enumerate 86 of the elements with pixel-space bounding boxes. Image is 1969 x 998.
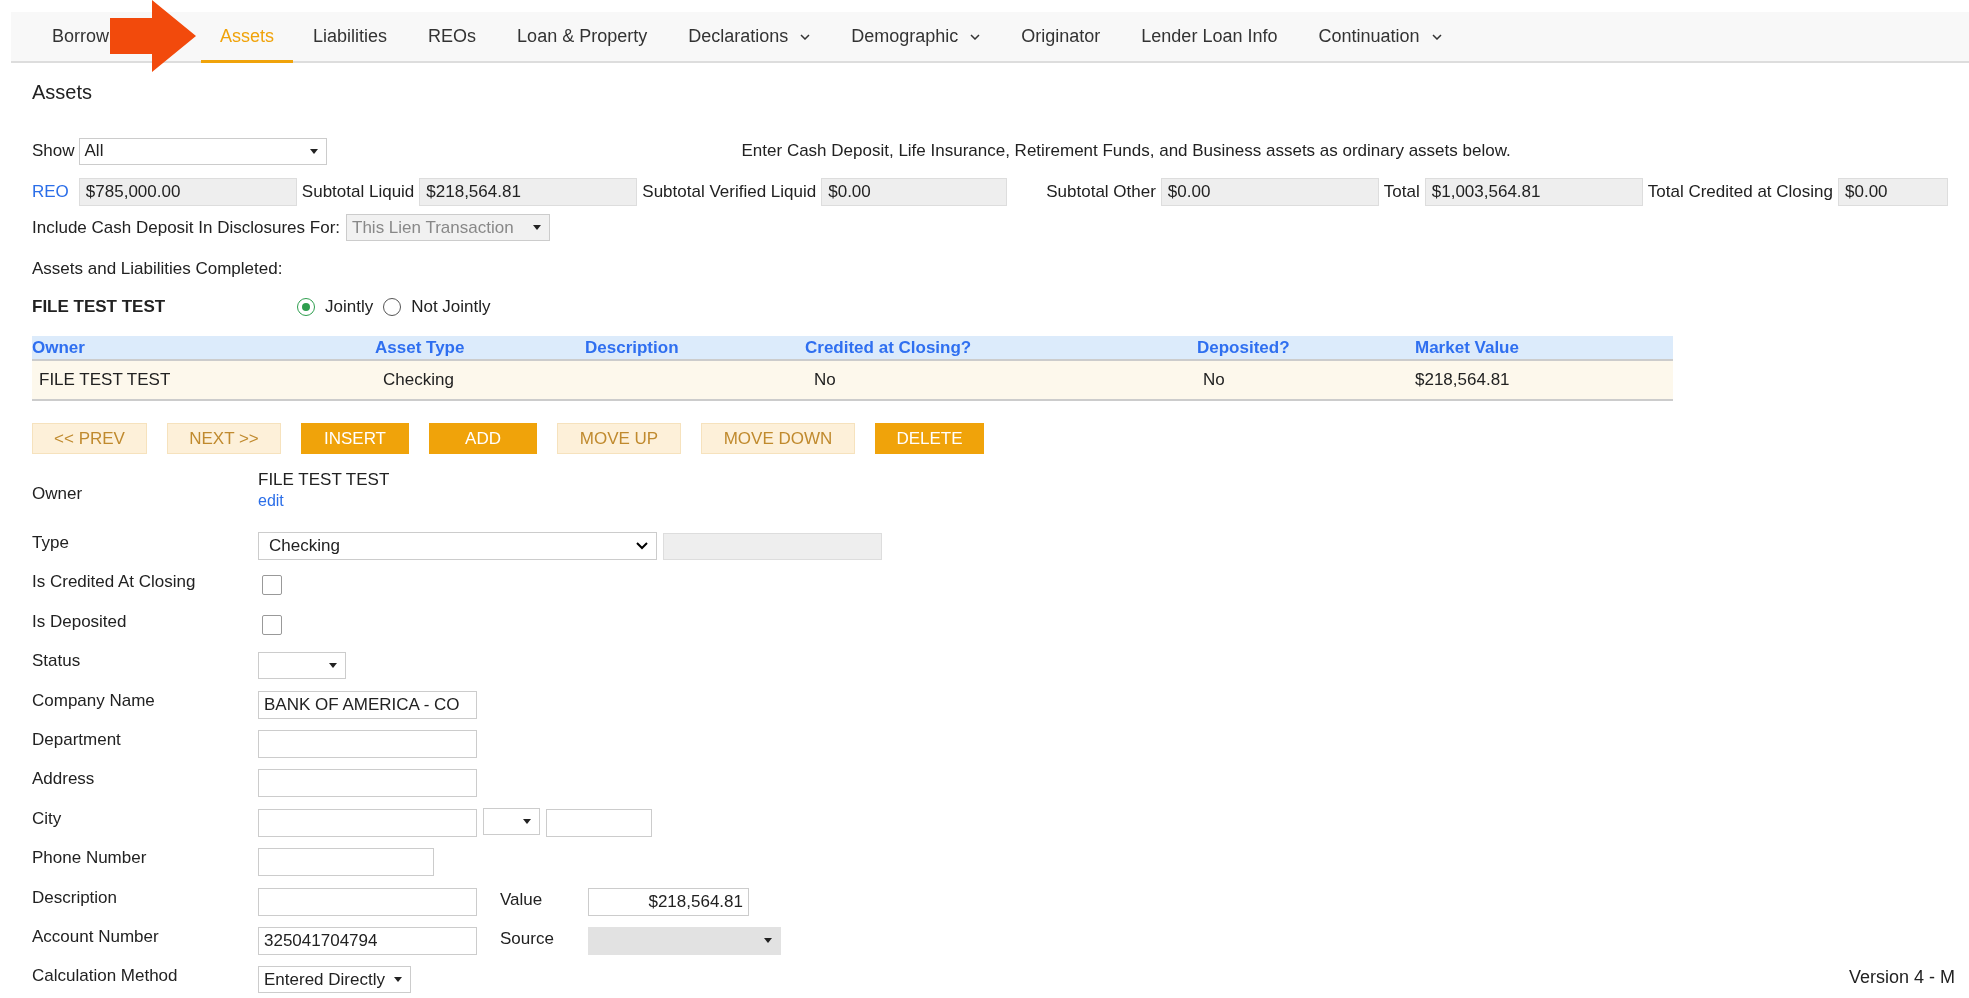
readonly-field: $785,000.00: [78, 178, 297, 206]
nav-tab[interactable]: REOs: [428, 12, 477, 63]
column-header: Market Value: [1415, 337, 1520, 358]
nav-tab[interactable]: Demographic: [851, 12, 981, 63]
column-header: Description: [585, 337, 680, 358]
caret-icon: [523, 818, 531, 824]
text-field[interactable]: [258, 887, 477, 916]
column-header: Asset Type: [375, 337, 466, 358]
field-label: Value: [500, 890, 544, 910]
readonly-field: $0.00: [1838, 178, 1948, 206]
caret-icon: [309, 148, 318, 154]
version-text: Version 4 - M: [1848, 966, 1955, 989]
checkbox[interactable]: [262, 575, 282, 596]
nav-tab[interactable]: Loan & Property: [517, 12, 648, 63]
nav-tab[interactable]: Liabilities: [313, 12, 388, 63]
total-label: Subtotal Other: [1046, 182, 1156, 202]
total-label: Subtotal Liquid: [301, 182, 415, 202]
caret-icon: [533, 225, 542, 230]
table-cell-text: Checking: [382, 370, 455, 390]
status-select[interactable]: [258, 652, 346, 680]
field-label: Department: [32, 728, 122, 750]
table-row[interactable]: FILE TEST TEST Checking No No $218,564.81: [32, 359, 1673, 401]
page-title: Assets: [32, 81, 94, 104]
nav-tab[interactable]: Originator: [1021, 12, 1101, 63]
nav-tab[interactable]: Borrow: [52, 12, 109, 63]
field-label: Description: [32, 886, 119, 908]
column-header: Deposited?: [1197, 337, 1291, 358]
field-label: Account Number: [32, 925, 160, 947]
nav-tab[interactable]: Declarations: [688, 12, 811, 63]
text-field[interactable]: [258, 729, 477, 758]
radio-option[interactable]: Jointly: [297, 297, 374, 317]
table-cell-text: No: [813, 370, 837, 390]
edit-link[interactable]: edit: [258, 492, 390, 510]
field-label: Type: [32, 532, 70, 553]
field-label: Calculation Method: [32, 965, 179, 987]
chevron-down-icon: [1431, 34, 1442, 40]
field-label: Status: [32, 650, 82, 672]
nav-tab[interactable]: Lender Loan Info: [1141, 12, 1278, 63]
field-label: Is Credited At Closing: [32, 571, 197, 593]
owner-name: FILE TEST TEST: [258, 470, 390, 490]
column-header: Credited at Closing?: [805, 337, 973, 358]
method-select[interactable]: Entered Directly: [258, 966, 411, 994]
readonly-field: $0.00: [821, 178, 1008, 206]
table-cell-text: No: [1202, 370, 1226, 390]
borrower-name: FILE TEST TEST: [32, 297, 167, 317]
field-label: Address: [32, 768, 96, 790]
field-label: Owner: [32, 483, 84, 504]
city-field[interactable]: [258, 808, 477, 837]
field-label: Is Deposited: [32, 610, 128, 632]
zip-field[interactable]: [546, 808, 652, 837]
phone-field[interactable]: [258, 848, 434, 877]
field-label: Company Name: [32, 689, 156, 711]
table-cell-text: FILE TEST TEST: [38, 370, 172, 390]
text-field[interactable]: [258, 769, 477, 798]
type-select[interactable]: Checking: [258, 532, 657, 560]
caret-icon: [329, 663, 337, 669]
total-label: Total: [1383, 182, 1420, 202]
nav-tab[interactable]: Continuation: [1318, 12, 1442, 63]
include-label: Include Cash Deposit In Disclosures For:: [32, 217, 341, 238]
text-field[interactable]: 325041704794: [258, 926, 477, 955]
field-label: Phone Number: [32, 847, 148, 869]
total-label: Subtotal Verified Liquid: [642, 182, 817, 202]
completed-label: Assets and Liabilities Completed:: [32, 258, 283, 279]
caret-icon: [764, 938, 772, 944]
value-field[interactable]: $218,564.81: [588, 887, 749, 916]
table-cell-text: $218,564.81: [1415, 370, 1511, 390]
checkbox[interactable]: [262, 614, 282, 635]
chevron-down-icon: [970, 34, 981, 40]
readonly-field: $218,564.81: [419, 178, 638, 206]
source-select[interactable]: [588, 926, 781, 955]
state-select[interactable]: [483, 807, 540, 835]
notice-text: Enter Cash Deposit, Life Insurance, Retirement Funds, and Business assets as ordinary assets below.: [741, 141, 1511, 161]
radio-option[interactable]: Not Jointly: [383, 297, 491, 317]
reo-link[interactable]: REO: [32, 182, 69, 202]
total-label: Total Credited at Closing: [1647, 182, 1833, 202]
show-select[interactable]: All: [78, 137, 327, 165]
field-label: Source: [500, 929, 554, 950]
show-label: Show: [32, 141, 75, 161]
column-header: Owner: [32, 337, 86, 358]
readonly-field: $0.00: [1160, 178, 1379, 206]
chevron-down-icon: [800, 34, 811, 40]
readonly-field: $1,003,564.81: [1424, 178, 1643, 206]
text-field[interactable]: BANK OF AMERICA - CO: [258, 690, 477, 719]
field-label: City: [32, 807, 63, 829]
chevron-down-icon: [636, 542, 648, 550]
caret-icon: [394, 977, 402, 983]
